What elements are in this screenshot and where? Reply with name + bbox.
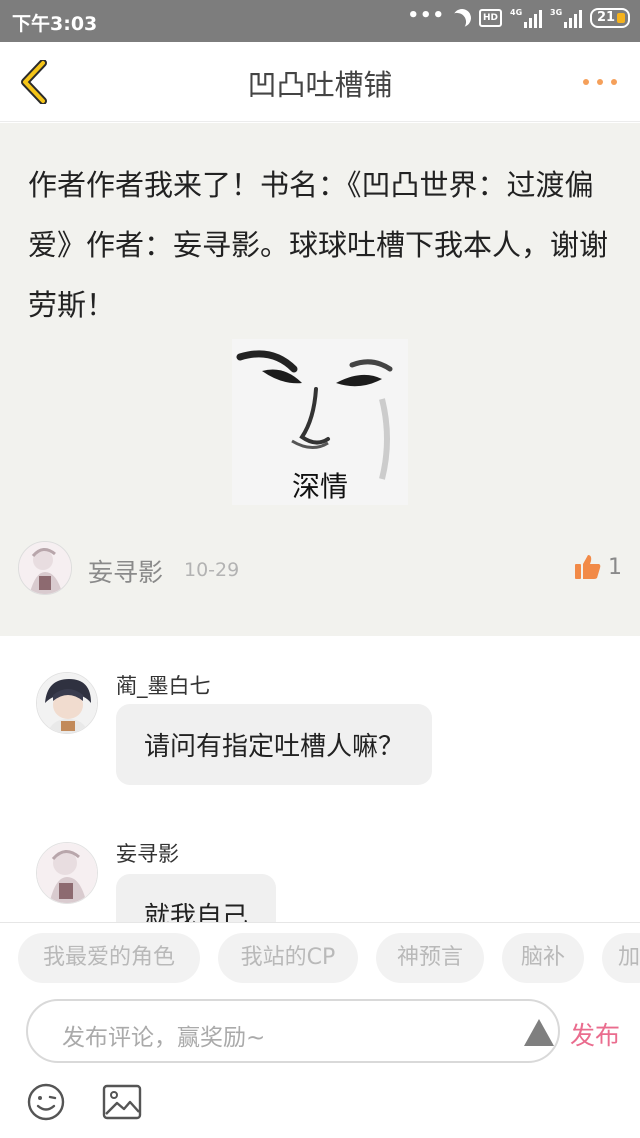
notification-dots-icon: ••• [407, 4, 445, 26]
post-meme-image[interactable]: 深情 [232, 339, 408, 505]
signal-4g-label: 4G [510, 8, 523, 17]
emoji-icon[interactable] [26, 1082, 66, 1122]
publish-button[interactable]: 发布 [570, 1016, 620, 1052]
topic-tag-bar: 我最爱的角色 我站的CP 神预言 脑补 加 [0, 922, 640, 994]
status-icons: ••• HD 4G 3G 21 [407, 4, 630, 29]
comment-bubble[interactable]: 就我自己 [116, 874, 277, 922]
hd-badge: HD [478, 9, 502, 27]
comment-input-placeholder: 发布评论，赢奖励~ [62, 1025, 266, 1051]
page-title: 凹凸吐槽铺 [247, 68, 393, 102]
post-card: 作者作者我来了！书名：《凹凸世界：过渡偏爱》作者：妄寻影。球球吐槽下我本人，谢谢… [0, 123, 640, 636]
avatar-illustration [19, 542, 71, 594]
signal-3g-icon: 3G [550, 8, 582, 28]
signal-4g-icon: 4G [510, 8, 542, 28]
signal-3g-label: 3G [550, 8, 563, 17]
tag-chip[interactable]: 脑补 [502, 933, 584, 983]
thumbs-up-icon[interactable] [574, 553, 602, 581]
avatar-illustration [37, 843, 97, 903]
tag-chip[interactable]: 我站的CP [218, 933, 358, 983]
tag-chip[interactable]: 我最爱的角色 [18, 933, 200, 983]
commenter-name[interactable]: 蔺_墨白七 [116, 670, 211, 700]
bottom-toolbar [0, 1066, 640, 1138]
status-time: 下午3:03 [12, 13, 98, 35]
commenter-name[interactable]: 妄寻影 [116, 838, 179, 868]
moon-icon [450, 6, 473, 29]
commenter-avatar[interactable] [36, 672, 98, 734]
comment-input[interactable]: 发布评论，赢奖励~ [26, 999, 560, 1063]
battery-icon: 21 [590, 8, 630, 28]
comment-bubble[interactable]: 请问有指定吐槽人嘛？ [116, 704, 433, 785]
comment-list: 蔺_墨白七 请问有指定吐槽人嘛？ 妄寻影 就我自己 [0, 636, 640, 922]
app-header: 凹凸吐槽铺 [0, 42, 640, 122]
image-icon[interactable] [102, 1084, 142, 1120]
comment-input-row: 发布评论，赢奖励~ 发布 [0, 994, 640, 1066]
author-avatar[interactable] [18, 541, 72, 595]
more-dots-icon[interactable] [580, 70, 620, 94]
tag-chip[interactable]: 加 [602, 933, 640, 983]
avatar-illustration [37, 673, 97, 733]
battery-level: 21 [597, 10, 616, 25]
post-text: 作者作者我来了！书名：《凹凸世界：过渡偏爱》作者：妄寻影。球球吐槽下我本人，谢谢… [28, 168, 609, 322]
post-date: 10-29 [184, 559, 240, 581]
tag-chip[interactable]: 神预言 [376, 933, 484, 983]
commenter-avatar[interactable] [36, 842, 98, 904]
meme-caption: 深情 [291, 470, 348, 503]
like-count: 1 [608, 555, 622, 580]
status-bar: 下午3:03 ••• HD 4G 3G 21 [0, 0, 640, 42]
author-name[interactable]: 妄寻影 [88, 553, 163, 589]
triangle-icon[interactable] [524, 1019, 554, 1046]
